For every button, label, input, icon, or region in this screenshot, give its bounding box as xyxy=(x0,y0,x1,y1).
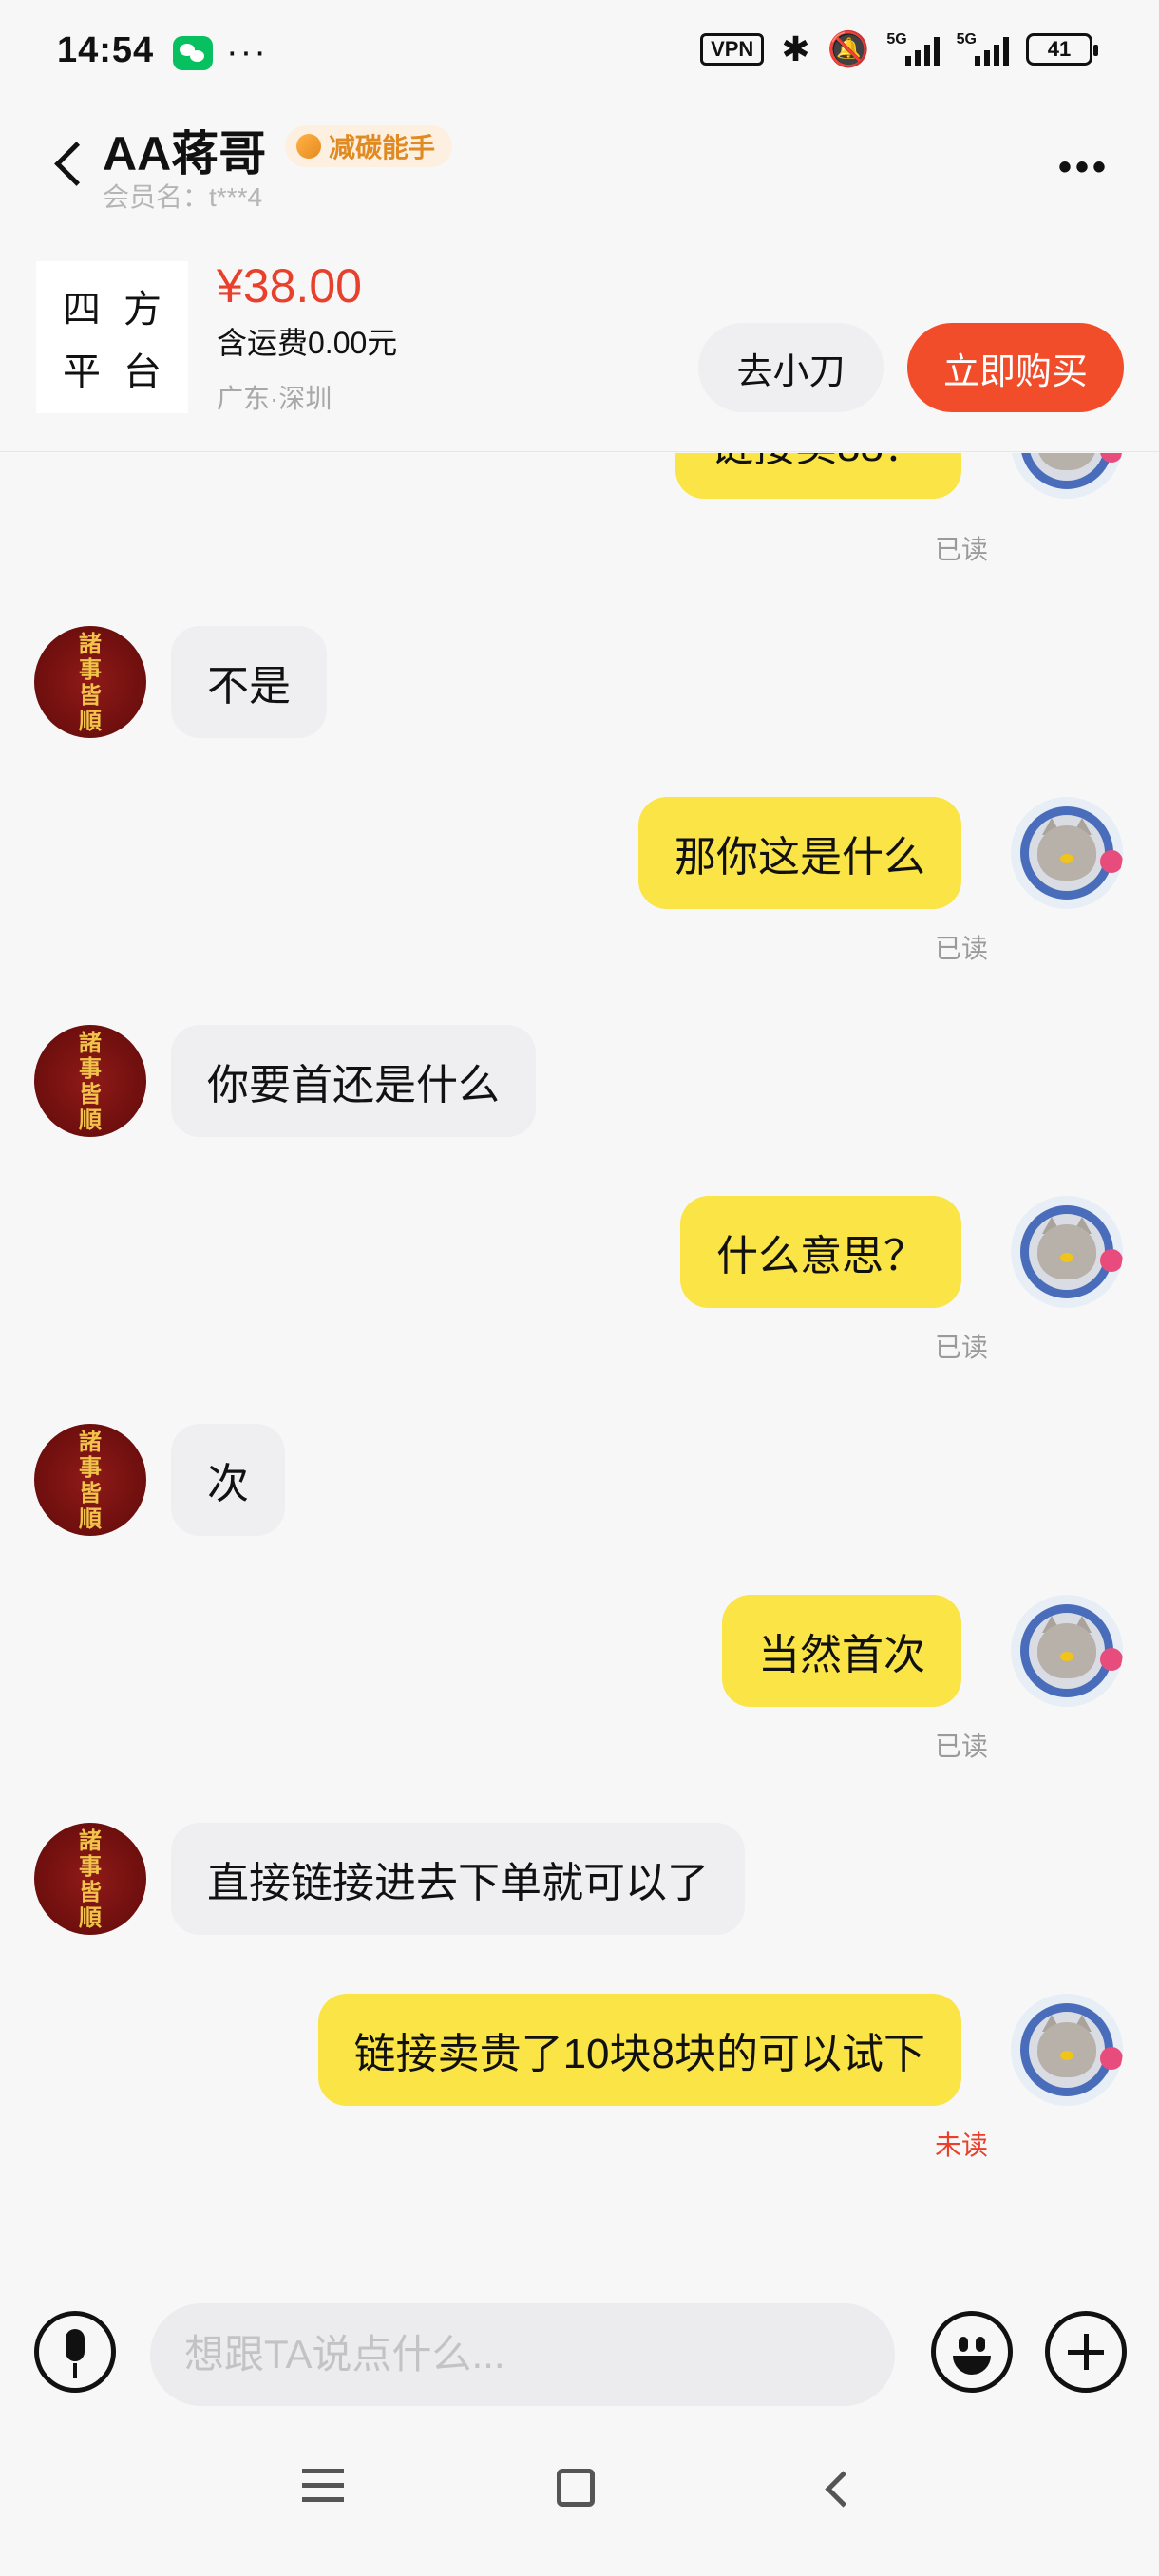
contact-avatar[interactable]: 諸事皆順 xyxy=(34,1424,146,1536)
seller-location: 广东·深圳 xyxy=(217,384,332,413)
leaf-icon xyxy=(296,134,321,159)
battery-icon: 41 xyxy=(1026,33,1098,66)
contact-avatar[interactable]: 諸事皆順 xyxy=(34,626,146,738)
my-avatar[interactable] xyxy=(1011,1994,1123,2106)
bluetooth-icon: ✱ xyxy=(781,29,810,68)
my-avatar[interactable] xyxy=(1011,1595,1123,1707)
voice-input-icon[interactable] xyxy=(34,2311,116,2393)
read-status: 已读 xyxy=(934,535,988,564)
recent-apps-icon[interactable] xyxy=(302,2469,344,2505)
more-options-button[interactable]: ••• xyxy=(1058,146,1110,189)
signal-1-icon: 5G xyxy=(886,31,940,66)
read-status: 已读 xyxy=(934,1732,988,1761)
my-avatar[interactable] xyxy=(1011,1196,1123,1308)
contact-avatar[interactable]: 諸事皆順 xyxy=(34,1823,146,1935)
my-avatar[interactable] xyxy=(1011,453,1123,499)
status-icons: VPN ✱ 🔕 5G 5G 41 xyxy=(700,29,1098,68)
member-name: 会员名：t***4 xyxy=(103,182,263,212)
read-status: 已读 xyxy=(934,934,988,963)
my-avatar[interactable] xyxy=(1011,797,1123,909)
message-bubble[interactable]: 次 xyxy=(171,1424,285,1536)
message-bubble[interactable]: 链接卖88？ xyxy=(675,453,961,499)
message-list[interactable]: 链接卖88？ 已读 諸事皆順 不是 那你这是什么 已读 諸事皆順 你要首还是什么… xyxy=(0,453,1159,2277)
contact-avatar[interactable]: 諸事皆順 xyxy=(34,1025,146,1137)
message-bubble[interactable]: 那你这是什么 xyxy=(638,797,961,909)
home-icon[interactable] xyxy=(557,2469,595,2507)
message-bubble[interactable]: 当然首次 xyxy=(722,1595,961,1707)
signal-2-icon: 5G xyxy=(957,31,1009,66)
back-button[interactable] xyxy=(49,135,87,192)
contact-name: AA蒋哥 xyxy=(103,127,267,180)
buy-now-button[interactable]: 立即购买 xyxy=(907,323,1124,412)
unread-status: 未读 xyxy=(934,2131,988,2160)
product-price: ¥38.00 xyxy=(217,259,362,313)
message-bubble[interactable]: 链接卖贵了10块8块的可以试下 xyxy=(317,1994,961,2106)
message-bubble[interactable]: 你要首还是什么 xyxy=(171,1025,536,1137)
wechat-notification-icon xyxy=(173,36,213,70)
product-card[interactable]: 四 方 平 台 ¥38.00 含运费0.00元 广东·深圳 去小刀 立即购买 xyxy=(0,237,1159,452)
shipping-fee: 含运费0.00元 xyxy=(217,326,398,360)
product-thumbnail[interactable]: 四 方 平 台 xyxy=(36,261,188,413)
nav-back-icon[interactable] xyxy=(821,2469,859,2507)
emoji-icon[interactable] xyxy=(931,2311,1013,2393)
mute-icon: 🔕 xyxy=(826,29,870,68)
message-input[interactable] xyxy=(150,2303,895,2406)
chat-header: AA蒋哥 减碳能手 会员名：t***4 ••• xyxy=(0,114,1159,212)
add-attachment-icon[interactable] xyxy=(1045,2311,1127,2393)
vpn-icon: VPN xyxy=(700,33,765,66)
more-notifications-icon: ··· xyxy=(226,32,268,72)
status-bar: 14:54 ··· VPN ✱ 🔕 5G 5G 41 xyxy=(0,0,1159,114)
bargain-button[interactable]: 去小刀 xyxy=(698,323,884,412)
message-bubble[interactable]: 什么意思？ xyxy=(680,1196,961,1308)
system-nav-bar xyxy=(0,2419,1159,2576)
message-bubble[interactable]: 不是 xyxy=(171,626,327,738)
carbon-badge[interactable]: 减碳能手 xyxy=(285,125,453,167)
read-status: 已读 xyxy=(934,1333,988,1362)
badge-label: 减碳能手 xyxy=(329,133,436,162)
clock: 14:54 xyxy=(57,30,155,70)
input-bar xyxy=(0,2277,1159,2419)
message-bubble[interactable]: 直接链接进去下单就可以了 xyxy=(171,1823,745,1935)
